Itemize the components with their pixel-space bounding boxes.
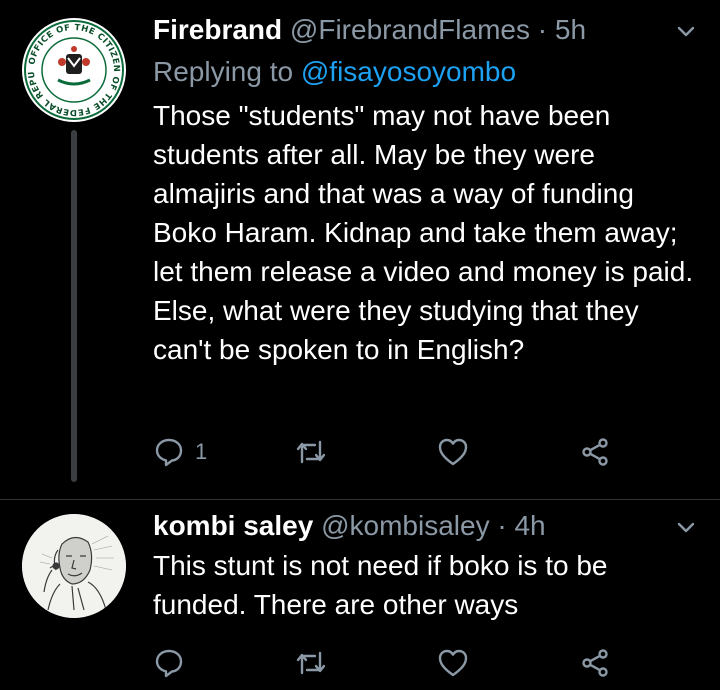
chevron-down-icon[interactable] xyxy=(676,22,696,42)
action-bar xyxy=(153,643,623,683)
tweet-text: This stunt is not need if boko is to be … xyxy=(153,550,608,620)
replying-to-label: Replying to xyxy=(153,56,294,87)
share-button[interactable] xyxy=(579,432,611,472)
share-icon xyxy=(582,649,608,677)
like-button[interactable] xyxy=(437,643,469,683)
reply-button[interactable] xyxy=(153,643,185,683)
retweet-button[interactable] xyxy=(295,643,327,683)
reply-count: 1 xyxy=(195,439,208,464)
office-of-the-citizen-seal-icon: OFFICE OF THE CITIZEN OF THE FEDERAL REP… xyxy=(22,18,125,121)
reply-icon xyxy=(155,438,183,467)
separator: · xyxy=(497,510,507,541)
chevron-down-icon[interactable] xyxy=(676,518,696,538)
replying-to: Replying to @fisayosoyombo xyxy=(153,52,516,92)
user-handle[interactable]: @FirebrandFlames xyxy=(290,14,530,45)
tweet[interactable]: OFFICE OF THE CITIZEN OF THE FEDERAL REP… xyxy=(0,0,720,500)
avatar[interactable]: OFFICE OF THE CITIZEN OF THE FEDERAL REP… xyxy=(22,18,126,122)
retweet-icon xyxy=(296,440,326,464)
tweet[interactable]: kombi saley @kombisaley · 4h This stunt … xyxy=(0,500,720,690)
display-name[interactable]: kombi saley xyxy=(153,510,313,541)
thread-line xyxy=(71,130,77,482)
action-bar: 1 xyxy=(153,432,623,472)
display-name[interactable]: Firebrand xyxy=(153,14,282,45)
retweet-button[interactable] xyxy=(295,432,327,472)
share-button[interactable] xyxy=(579,643,611,683)
tweet-header: Firebrand @FirebrandFlames · 5h xyxy=(153,10,690,50)
timestamp[interactable]: 4h xyxy=(514,510,545,541)
like-icon xyxy=(438,649,468,677)
separator: · xyxy=(537,14,548,45)
like-icon xyxy=(438,438,468,466)
share-icon xyxy=(582,438,608,466)
like-button[interactable] xyxy=(437,432,469,472)
timestamp[interactable]: 5h xyxy=(555,14,586,45)
mention-link[interactable]: @fisayosoyombo xyxy=(301,56,516,87)
tweet-header: kombi saley @kombisaley · 4h xyxy=(153,506,690,546)
user-handle[interactable]: @kombisaley xyxy=(321,510,489,541)
reply-button[interactable]: 1 xyxy=(153,432,207,472)
avatar[interactable] xyxy=(22,514,126,618)
retweet-icon xyxy=(296,651,326,675)
sketch-portrait-icon xyxy=(22,514,126,618)
reply-icon xyxy=(155,649,183,678)
tweet-text: Those "students" may not have been stude… xyxy=(153,100,694,365)
